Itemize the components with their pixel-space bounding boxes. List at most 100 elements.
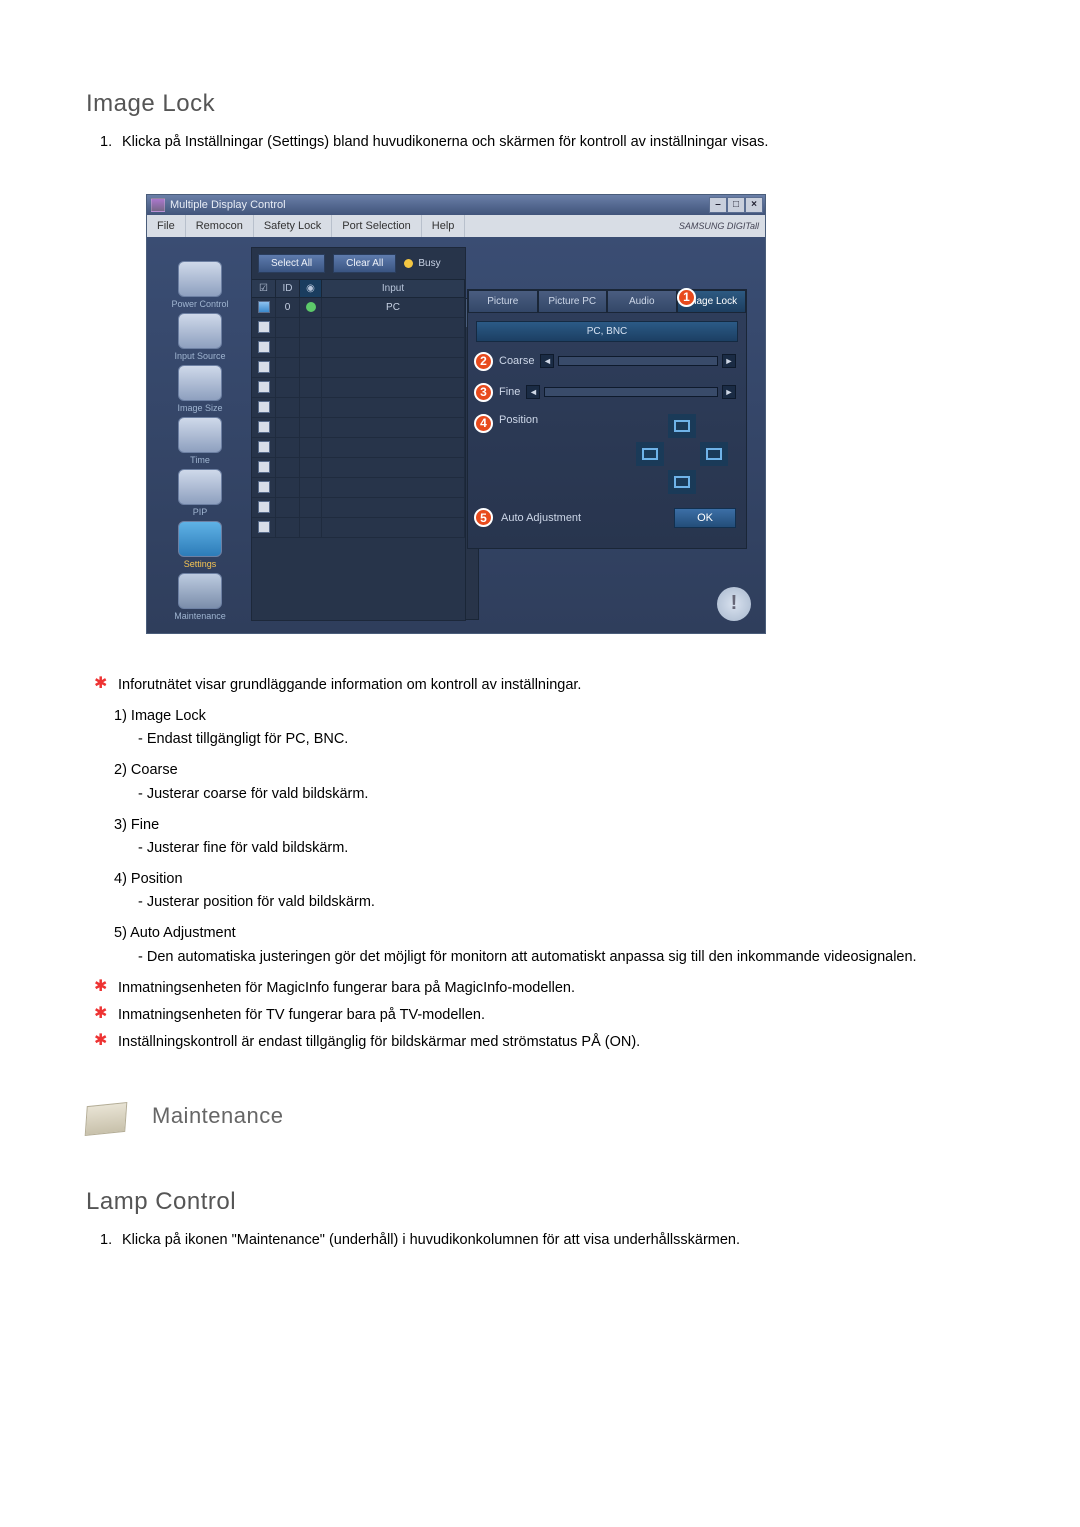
note-on: ✱ Inställningskontroll är endast tillgän… <box>94 1031 994 1054</box>
callout-4: 4 <box>474 414 493 433</box>
pos-up-button[interactable] <box>668 414 696 438</box>
row-checkbox[interactable] <box>258 501 270 513</box>
star-icon: ✱ <box>94 1031 110 1054</box>
nav-time[interactable]: Time <box>155 417 245 465</box>
grid-body: 0 PC <box>252 298 465 620</box>
arrow-right-icon[interactable]: ► <box>722 385 736 399</box>
nav-pip[interactable]: PIP <box>155 469 245 517</box>
nav-settings[interactable]: Settings <box>155 521 245 569</box>
select-all-button[interactable]: Select All <box>258 254 325 273</box>
nav-maintenance[interactable]: Maintenance <box>155 573 245 621</box>
titlebar: Multiple Display Control – □ × <box>147 195 765 215</box>
row-checkbox[interactable] <box>258 481 270 493</box>
label-fine: Fine <box>499 386 520 398</box>
window-buttons: – □ × <box>709 197 763 213</box>
step-text: Klicka på Inställningar (Settings) bland… <box>122 132 768 154</box>
maximize-button[interactable]: □ <box>727 197 745 213</box>
row-checkbox[interactable] <box>258 421 270 433</box>
tab-audio[interactable]: Audio <box>607 290 677 313</box>
row-checkbox[interactable] <box>258 341 270 353</box>
clear-all-button[interactable]: Clear All <box>333 254 396 273</box>
label-coarse: Coarse <box>499 355 534 367</box>
callout-5: 5 <box>474 508 493 527</box>
row-checkbox[interactable] <box>258 441 270 453</box>
coarse-slider[interactable]: ◄► <box>540 355 736 367</box>
busy-icon <box>404 259 413 268</box>
list-item-1: 1) Image Lock - Endast tillgängligt för … <box>114 705 994 751</box>
table-row[interactable]: 0 PC <box>252 298 465 318</box>
arrow-right-icon[interactable]: ► <box>722 354 736 368</box>
row-checkbox[interactable] <box>258 361 270 373</box>
settings-panel: 1 Picture Picture PC Audio Image Lock PC… <box>467 289 747 549</box>
list-item-5: 5) Auto Adjustment - Den automatiska jus… <box>114 922 994 968</box>
fine-slider[interactable]: ◄► <box>526 386 736 398</box>
tab-picture[interactable]: Picture <box>468 290 538 313</box>
panel-header: PC, BNC <box>476 321 738 342</box>
pos-right-button[interactable] <box>700 442 728 466</box>
warning-icon: ! <box>717 587 751 621</box>
note-intro: ✱ Inforutnätet visar grundläggande infor… <box>94 674 994 697</box>
note-magicinfo: ✱ Inmatningsenheten för MagicInfo funger… <box>94 977 994 1000</box>
ok-button[interactable]: OK <box>674 508 736 528</box>
brand-logo: SAMSUNG DIGITall <box>679 221 765 231</box>
close-button[interactable]: × <box>745 197 763 213</box>
list-item-4: 4) Position - Justerar position för vald… <box>114 868 994 914</box>
busy-indicator: Busy <box>404 258 440 269</box>
section-title-image-lock: Image Lock <box>86 90 994 118</box>
arrow-left-icon[interactable]: ◄ <box>526 385 540 399</box>
label-position: Position <box>499 414 538 426</box>
tab-picture-pc[interactable]: Picture PC <box>538 290 608 313</box>
left-nav: Power Control Input Source Image Size Ti… <box>155 247 245 621</box>
row-input: PC <box>322 298 465 317</box>
menu-help[interactable]: Help <box>422 215 466 237</box>
row-id: 0 <box>276 298 300 317</box>
menu-safety-lock[interactable]: Safety Lock <box>254 215 332 237</box>
row-checkbox[interactable] <box>258 521 270 533</box>
star-icon: ✱ <box>94 674 110 697</box>
minimize-button[interactable]: – <box>709 197 727 213</box>
nav-input-source[interactable]: Input Source <box>155 313 245 361</box>
pos-down-button[interactable] <box>668 470 696 494</box>
nav-image-size[interactable]: Image Size <box>155 365 245 413</box>
step-number: 1. <box>100 1230 122 1252</box>
grid-header: ☑ ID ◉ Input <box>252 279 465 298</box>
mdc-window: Multiple Display Control – □ × File Remo… <box>146 194 766 634</box>
callout-3: 3 <box>474 383 493 402</box>
row-checkbox[interactable] <box>258 381 270 393</box>
label-auto-adjustment: Auto Adjustment <box>501 512 581 524</box>
note-tv: ✱ Inmatningsenheten för TV fungerar bara… <box>94 1004 994 1027</box>
star-icon: ✱ <box>94 977 110 1000</box>
window-title: Multiple Display Control <box>170 199 286 211</box>
step-1-image-lock: 1. Klicka på Inställningar (Settings) bl… <box>100 132 994 154</box>
row-checkbox[interactable] <box>258 401 270 413</box>
star-icon: ✱ <box>94 1004 110 1027</box>
menubar: File Remocon Safety Lock Port Selection … <box>147 215 765 237</box>
app-icon <box>151 198 165 212</box>
col-check: ☑ <box>252 280 276 297</box>
row-checkbox[interactable] <box>258 301 270 313</box>
position-pad[interactable] <box>636 414 728 494</box>
callout-1: 1 <box>677 288 696 307</box>
callout-2: 2 <box>474 352 493 371</box>
menu-port-selection[interactable]: Port Selection <box>332 215 421 237</box>
step-1-lamp-control: 1. Klicka på ikonen "Maintenance" (under… <box>100 1230 994 1252</box>
col-id: ID <box>276 280 300 297</box>
maintenance-icon <box>86 1094 138 1138</box>
arrow-left-icon[interactable]: ◄ <box>540 354 554 368</box>
menu-file[interactable]: File <box>147 215 186 237</box>
col-input: Input <box>322 280 465 297</box>
maintenance-heading: Maintenance <box>86 1094 994 1138</box>
menu-remocon[interactable]: Remocon <box>186 215 254 237</box>
status-dot <box>306 302 316 312</box>
col-status: ◉ <box>300 280 322 297</box>
embedded-screenshot: Multiple Display Control – □ × File Remo… <box>146 194 994 634</box>
row-checkbox[interactable] <box>258 321 270 333</box>
pos-left-button[interactable] <box>636 442 664 466</box>
nav-power-control[interactable]: Power Control <box>155 261 245 309</box>
display-grid: Select All Clear All Busy ☑ ID ◉ Input 0 <box>251 247 466 621</box>
step-text: Klicka på ikonen "Maintenance" (underhål… <box>122 1230 740 1252</box>
list-item-2: 2) Coarse - Justerar coarse för vald bil… <box>114 759 994 805</box>
list-item-3: 3) Fine - Justerar fine för vald bildskä… <box>114 814 994 860</box>
row-checkbox[interactable] <box>258 461 270 473</box>
step-number: 1. <box>100 132 122 154</box>
